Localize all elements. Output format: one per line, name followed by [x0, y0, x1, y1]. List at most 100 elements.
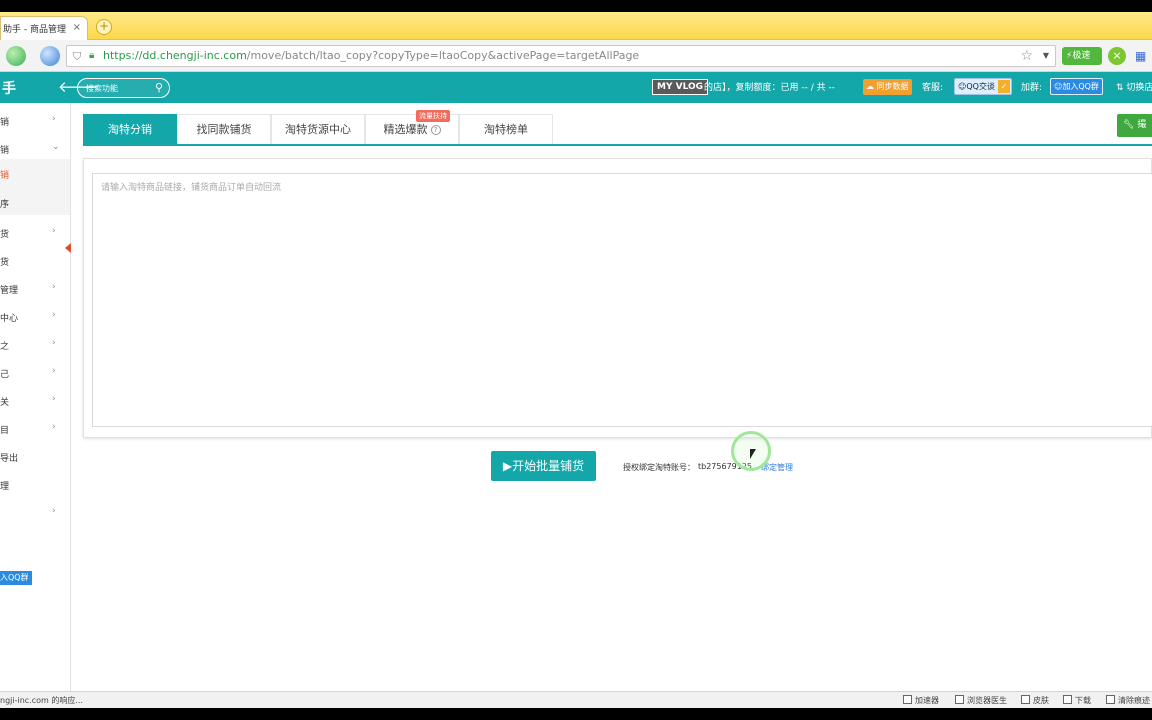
- join-qq-group-button[interactable]: ☺加入QQ群: [1050, 78, 1103, 95]
- browser-doctor-label: 浏览器医生: [967, 696, 1007, 705]
- new-tab-icon[interactable]: +: [96, 19, 112, 35]
- browser-navbar: ⛉ 🔒︎ https://dd.chengji-inc.com/move/bat…: [0, 40, 1152, 72]
- sidebar-item[interactable]: 关 ›: [0, 392, 70, 410]
- tab-rankings[interactable]: 淘特榜单: [459, 114, 553, 144]
- sidebar-item[interactable]: 销 ›: [0, 112, 70, 130]
- sidebar-item[interactable]: 货: [0, 252, 70, 270]
- sidebar-item-label: 之: [0, 342, 10, 352]
- sidebar: 销 › 销 ⌄ 销 序 货 › 货 管理 › 中心 › 之 › 己 › 关 › 目 › 导出 理 …: [0, 103, 71, 691]
- link-input-panel: [83, 158, 1152, 438]
- shield-icon: ⛉: [73, 50, 82, 63]
- screen: 助手 - 商品管理 × + ⛉ 🔒︎ https://dd.chengji-in…: [0, 0, 1152, 720]
- chevron-right-icon: ›: [52, 226, 56, 236]
- sidebar-item-label: 货: [0, 258, 10, 268]
- sidebar-item-label: 目: [0, 426, 10, 436]
- download-icon: [1063, 695, 1072, 704]
- sidebar-item-label: 序: [0, 200, 10, 210]
- chevron-right-icon: ›: [52, 338, 56, 348]
- sidebar-item-label: 导出: [0, 454, 19, 464]
- sync-data-button[interactable]: ☁ 同步数据: [863, 79, 912, 95]
- clean-traces-button[interactable]: 清除痕迹: [1106, 695, 1150, 706]
- accelerator-button[interactable]: 加速器: [903, 695, 939, 706]
- chevron-right-icon: ›: [52, 114, 56, 124]
- bookmark-star-icon[interactable]: ☆: [1020, 48, 1033, 64]
- sidebar-subitem-active[interactable]: 销: [0, 159, 70, 187]
- switch-store-button[interactable]: ⇅ 切换店: [1116, 80, 1152, 93]
- lock-icon: 🔒︎: [89, 50, 95, 61]
- clean-traces-label: 清除痕迹: [1118, 696, 1150, 705]
- quota-text: 的店】，复制额度：已用 -- / 共 --: [704, 83, 835, 93]
- sidebar-item-label: 销: [0, 171, 10, 181]
- product-link-textarea[interactable]: [92, 173, 1152, 427]
- qq-chat-button[interactable]: ☺QQ交谈 ✓: [954, 78, 1012, 95]
- address-dropdown-icon[interactable]: ▼: [1043, 51, 1049, 60]
- tab-hot-picks-label: 精选爆款: [383, 123, 428, 136]
- sidebar-item[interactable]: 理: [0, 476, 70, 494]
- browser-doctor-button[interactable]: 浏览器医生: [955, 695, 1007, 706]
- browser-tab[interactable]: 助手 - 商品管理 ×: [0, 16, 88, 40]
- tool-button-label: 撮: [1137, 120, 1147, 130]
- chevron-right-icon: ›: [52, 282, 56, 292]
- switch-store-label: 切换店: [1126, 83, 1152, 93]
- download-button[interactable]: 下载: [1063, 695, 1091, 706]
- sidebar-item[interactable]: 之 ›: [0, 336, 70, 354]
- doctor-icon: [955, 695, 964, 704]
- feature-search[interactable]: ⚲: [77, 78, 170, 98]
- sidebar-item[interactable]: 导出: [0, 448, 70, 466]
- sync-data-label: 同步数据: [876, 82, 909, 91]
- sidebar-item[interactable]: 销 ⌄: [0, 140, 70, 158]
- sidebar-item[interactable]: 管理 ›: [0, 280, 70, 298]
- tool-button[interactable]: 🔧︎ 撮: [1117, 114, 1152, 137]
- sidebar-subitem[interactable]: 序: [0, 187, 70, 215]
- address-bar[interactable]: ⛉ 🔒︎ https://dd.chengji-inc.com/move/bat…: [66, 45, 1056, 67]
- sidebar-item[interactable]: [0, 532, 70, 550]
- accelerator-icon: [903, 695, 912, 704]
- sidebar-item[interactable]: ›: [0, 504, 70, 522]
- tab-find-same[interactable]: 找同款铺货: [177, 114, 271, 144]
- group-label: 加群:: [1021, 83, 1043, 93]
- sidebar-item-label: 己: [0, 370, 10, 380]
- bind-account-label: 授权绑定淘特账号：: [623, 463, 695, 472]
- sidebar-item-label: 销: [0, 118, 10, 128]
- skin-label: 皮肤: [1033, 696, 1049, 705]
- tab-source-center[interactable]: 淘特货源中心: [271, 114, 365, 144]
- qq-chat-label: QQ交谈: [966, 82, 995, 91]
- letterbox-top: [0, 0, 1152, 12]
- skin-icon: [1021, 695, 1030, 704]
- tab-taote-distribution[interactable]: 淘特分销: [83, 114, 177, 144]
- feature-search-input[interactable]: [86, 82, 152, 95]
- mouse-cursor-icon: [750, 449, 756, 459]
- chevron-down-icon: ⌄: [52, 142, 60, 152]
- chevron-right-icon: ›: [52, 506, 56, 516]
- sidebar-item-label: 关: [0, 398, 10, 408]
- chevron-right-icon: ›: [52, 422, 56, 432]
- letterbox-bottom: [0, 708, 1152, 720]
- vlog-badge: MY VLOG: [652, 79, 709, 95]
- sidebar-item[interactable]: 货 ›: [0, 224, 70, 242]
- sidebar-item-label: 销: [0, 146, 10, 156]
- main-content: 淘特分销 找同款铺货 淘特货源中心 精选爆款? 淘特榜单 流量扶持 🔧︎ 撮 ▶…: [71, 103, 1152, 691]
- skin-button[interactable]: 皮肤: [1021, 695, 1049, 706]
- close-circle-icon[interactable]: ×: [1108, 47, 1126, 65]
- help-icon[interactable]: ?: [430, 125, 441, 135]
- sidebar-item[interactable]: 中心 ›: [0, 308, 70, 326]
- refresh-icon[interactable]: [40, 46, 60, 66]
- sidebar-item-label: 中心: [0, 314, 19, 324]
- apps-grid-icon[interactable]: ▦: [1135, 49, 1146, 63]
- speed-mode-button[interactable]: ⚡极速: [1062, 47, 1102, 65]
- start-batch-button[interactable]: ▶开始批量铺货: [491, 451, 596, 481]
- play-icon: ▶: [502, 459, 513, 473]
- search-icon[interactable]: ⚲: [155, 81, 163, 94]
- sidebar-item[interactable]: 目 ›: [0, 420, 70, 438]
- url-text[interactable]: https://dd.chengji-inc.com/move/batch/lt…: [103, 49, 639, 62]
- status-text: ngji-inc.com 的响应...: [0, 696, 83, 705]
- sidebar-join-qq-button[interactable]: 入QQ群: [0, 571, 32, 585]
- service-label: 客服:: [922, 83, 944, 93]
- sidebar-item-label: 货: [0, 230, 10, 240]
- tab-underline: [83, 144, 1152, 146]
- promo-badge: 流量扶持: [416, 110, 450, 122]
- sidebar-item[interactable]: 己 ›: [0, 364, 70, 382]
- browser-logo-icon[interactable]: [6, 46, 26, 66]
- url-path: /move/batch/ltao_copy?copyType=ltaoCopy&…: [246, 49, 640, 62]
- tab-close-icon[interactable]: ×: [73, 22, 81, 33]
